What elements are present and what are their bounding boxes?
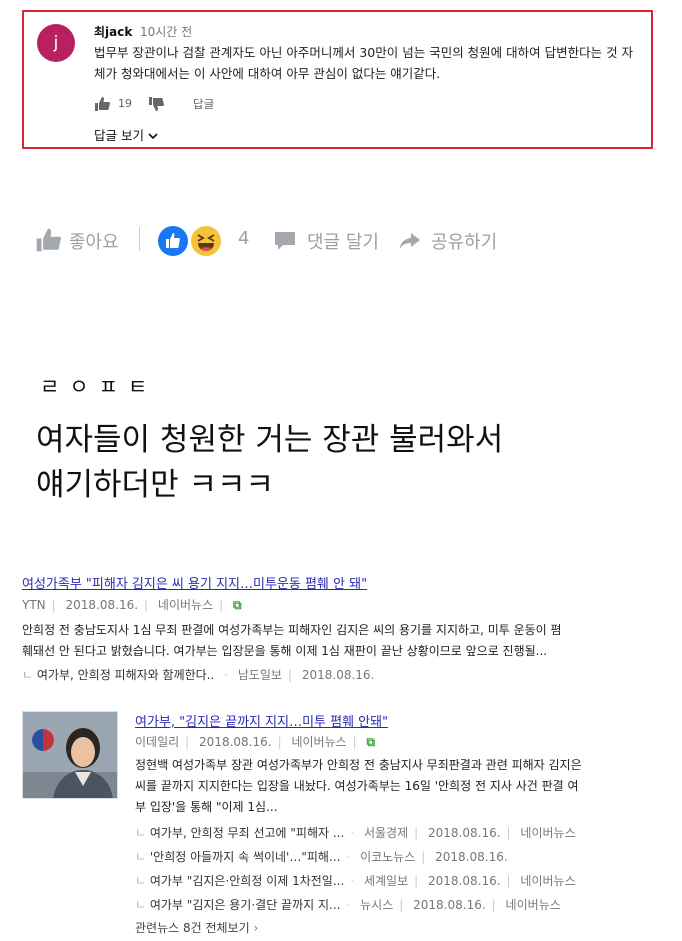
comment-timestamp[interactable]: 10시간 전 — [140, 23, 192, 40]
comment-author[interactable]: 최jack — [94, 23, 132, 40]
news-snippet: 정현백 여성가족부 장관 여성가족부가 안희정 전 충남지사 무죄판결과 관련 … — [135, 755, 682, 818]
more-related-news-link[interactable]: 관련뉴스 8건 전체보기 › — [135, 919, 258, 936]
chevron-right-icon: › — [253, 921, 259, 935]
news-source[interactable]: YTN — [22, 598, 46, 612]
related-news-item[interactable]: ㄴ '안희정 아들까지 속 썩이네'…"피해... · 이코노뉴스 | 2018.0… — [135, 848, 508, 865]
related-source[interactable]: 서울경제 — [364, 826, 408, 840]
related-source[interactable]: 세계일보 — [364, 874, 408, 888]
related-date: 2018.08.16. — [428, 826, 501, 840]
news-title[interactable]: 여가부, "김지은 끝까지 지지…미투 폄훼 안돼" — [135, 711, 388, 730]
view-replies-label: 답글 보기 — [94, 128, 144, 143]
news-portal-link[interactable]: 네이버뉴스 — [291, 735, 346, 749]
news-snippet: 안희정 전 충남도지사 1심 무죄 판결에 여성가족부는 피해자인 김지은 씨의… — [22, 620, 682, 662]
news-snippet-line: 정현백 여성가족부 장관 여성가족부가 안희정 전 충남지사 무죄판결과 관련 … — [135, 758, 582, 772]
divider — [139, 227, 140, 251]
thumbs-up-icon[interactable] — [35, 228, 61, 256]
related-portal-link[interactable]: 네이버뉴스 — [520, 874, 575, 888]
like-button[interactable]: 좋아요 — [69, 228, 119, 254]
share-button[interactable]: 공유하기 — [431, 228, 497, 254]
news-portal-link[interactable]: 네이버뉴스 — [158, 598, 213, 612]
news-meta: YTN | 2018.08.16. | 네이버뉴스 | ⧉ — [22, 598, 242, 612]
related-news-item[interactable]: ㄴ 여가부, 안희정 피해자와 함께한다.. · 남도일보 | 2018.08.1… — [22, 666, 374, 683]
related-portal-link[interactable]: 네이버뉴스 — [506, 898, 561, 912]
share-icon[interactable] — [399, 231, 421, 255]
caption-line-1: 여자들이 청원한 거는 장관 불러와서 — [36, 422, 504, 458]
related-news-item[interactable]: ㄴ 여가부, 안희정 무죄 선고에 "피해자 ... · 서울경제 | 2018.0… — [135, 824, 576, 841]
caption-tag: ㄹㅇㅍㅌ — [40, 375, 158, 399]
chevron-down-icon — [148, 128, 158, 143]
thumbs-down-icon[interactable] — [148, 96, 164, 115]
related-title[interactable]: 여가부 "김지은·안희정 이제 1차전일... — [150, 874, 344, 888]
comment-icon[interactable] — [273, 230, 297, 256]
comment-text: 법무부 장관이나 검찰 관계자도 아닌 아주머니께서 30만이 넘는 국민의 청… — [94, 45, 634, 81]
comment-button[interactable]: 댓글 달기 — [307, 228, 379, 254]
news-date: 2018.08.16. — [199, 735, 272, 749]
like-reaction-icon[interactable] — [157, 225, 189, 261]
news-snippet-line: 씨를 끝까지 지지한다는 입장을 내놨다. 여성가족부는 16일 '안희정 전 … — [135, 779, 579, 793]
related-news-item[interactable]: ㄴ 여가부 "김지은·안희정 이제 1차전일... · 세계일보 | 2018.08… — [135, 872, 576, 889]
related-title[interactable]: '안희정 아들까지 속 썩이네'…"피해... — [150, 850, 341, 864]
related-portal-link[interactable]: 네이버뉴스 — [520, 826, 575, 840]
external-link-icon[interactable]: ⧉ — [367, 735, 376, 749]
news-thumbnail[interactable] — [22, 711, 118, 799]
news-meta: 이데일리 | 2018.08.16. | 네이버뉴스 | ⧉ — [135, 735, 376, 749]
more-related-label: 관련뉴스 8건 전체보기 — [135, 921, 250, 935]
related-title[interactable]: 여가부 "김지은 용기·결단 끝까지 지... — [150, 898, 341, 912]
news-source[interactable]: 이데일리 — [135, 735, 179, 749]
external-link-icon[interactable]: ⧉ — [233, 598, 242, 612]
reaction-count[interactable]: 4 — [238, 228, 249, 249]
related-title[interactable]: 여가부, 안희정 무죄 선고에 "피해자 ... — [150, 826, 344, 840]
related-date: 2018.08.16. — [413, 898, 486, 912]
thumbs-up-icon[interactable] — [94, 96, 110, 115]
related-date: 2018.08.16. — [301, 668, 375, 682]
related-title[interactable]: 여가부, 안희정 피해자와 함께한다.. — [37, 668, 214, 682]
related-source[interactable]: 남도일보 — [238, 668, 282, 682]
related-news-item[interactable]: ㄴ 여가부 "김지은 용기·결단 끝까지 지... · 뉴시스 | 2018.08.… — [135, 896, 561, 913]
avatar[interactable]: j — [37, 24, 75, 62]
news-title[interactable]: 여성가족부 "피해자 김지은 씨 용기 지지…미투운동 폄훼 안 돼" — [22, 573, 367, 592]
view-replies-button[interactable]: 답글 보기 — [94, 125, 158, 144]
related-source[interactable]: 이코노뉴스 — [360, 850, 415, 864]
like-count: 19 — [118, 97, 132, 110]
related-date: 2018.08.16. — [435, 850, 508, 864]
related-source[interactable]: 뉴시스 — [360, 898, 393, 912]
fb-action-bar: 좋아요 4 댓글 달기 공유하기 — [33, 224, 633, 256]
news-snippet-line: 안희정 전 충남도지사 1심 무죄 판결에 여성가족부는 피해자인 김지은 씨의… — [22, 623, 562, 637]
news-date: 2018.08.16. — [65, 598, 139, 612]
laugh-reaction-icon[interactable] — [190, 225, 222, 261]
caption-line-2: 얘기하더만 ㅋㅋㅋ — [36, 467, 275, 503]
reply-button[interactable]: 답글 — [193, 96, 214, 112]
news-snippet-line: 부 입장'을 통해 "이제 1심... — [135, 800, 278, 814]
related-date: 2018.08.16. — [428, 874, 501, 888]
news-snippet-line: 훼돼선 안 된다고 밝혔습니다. 여가부는 입장문을 통해 이제 1심 재판이 … — [22, 644, 548, 658]
